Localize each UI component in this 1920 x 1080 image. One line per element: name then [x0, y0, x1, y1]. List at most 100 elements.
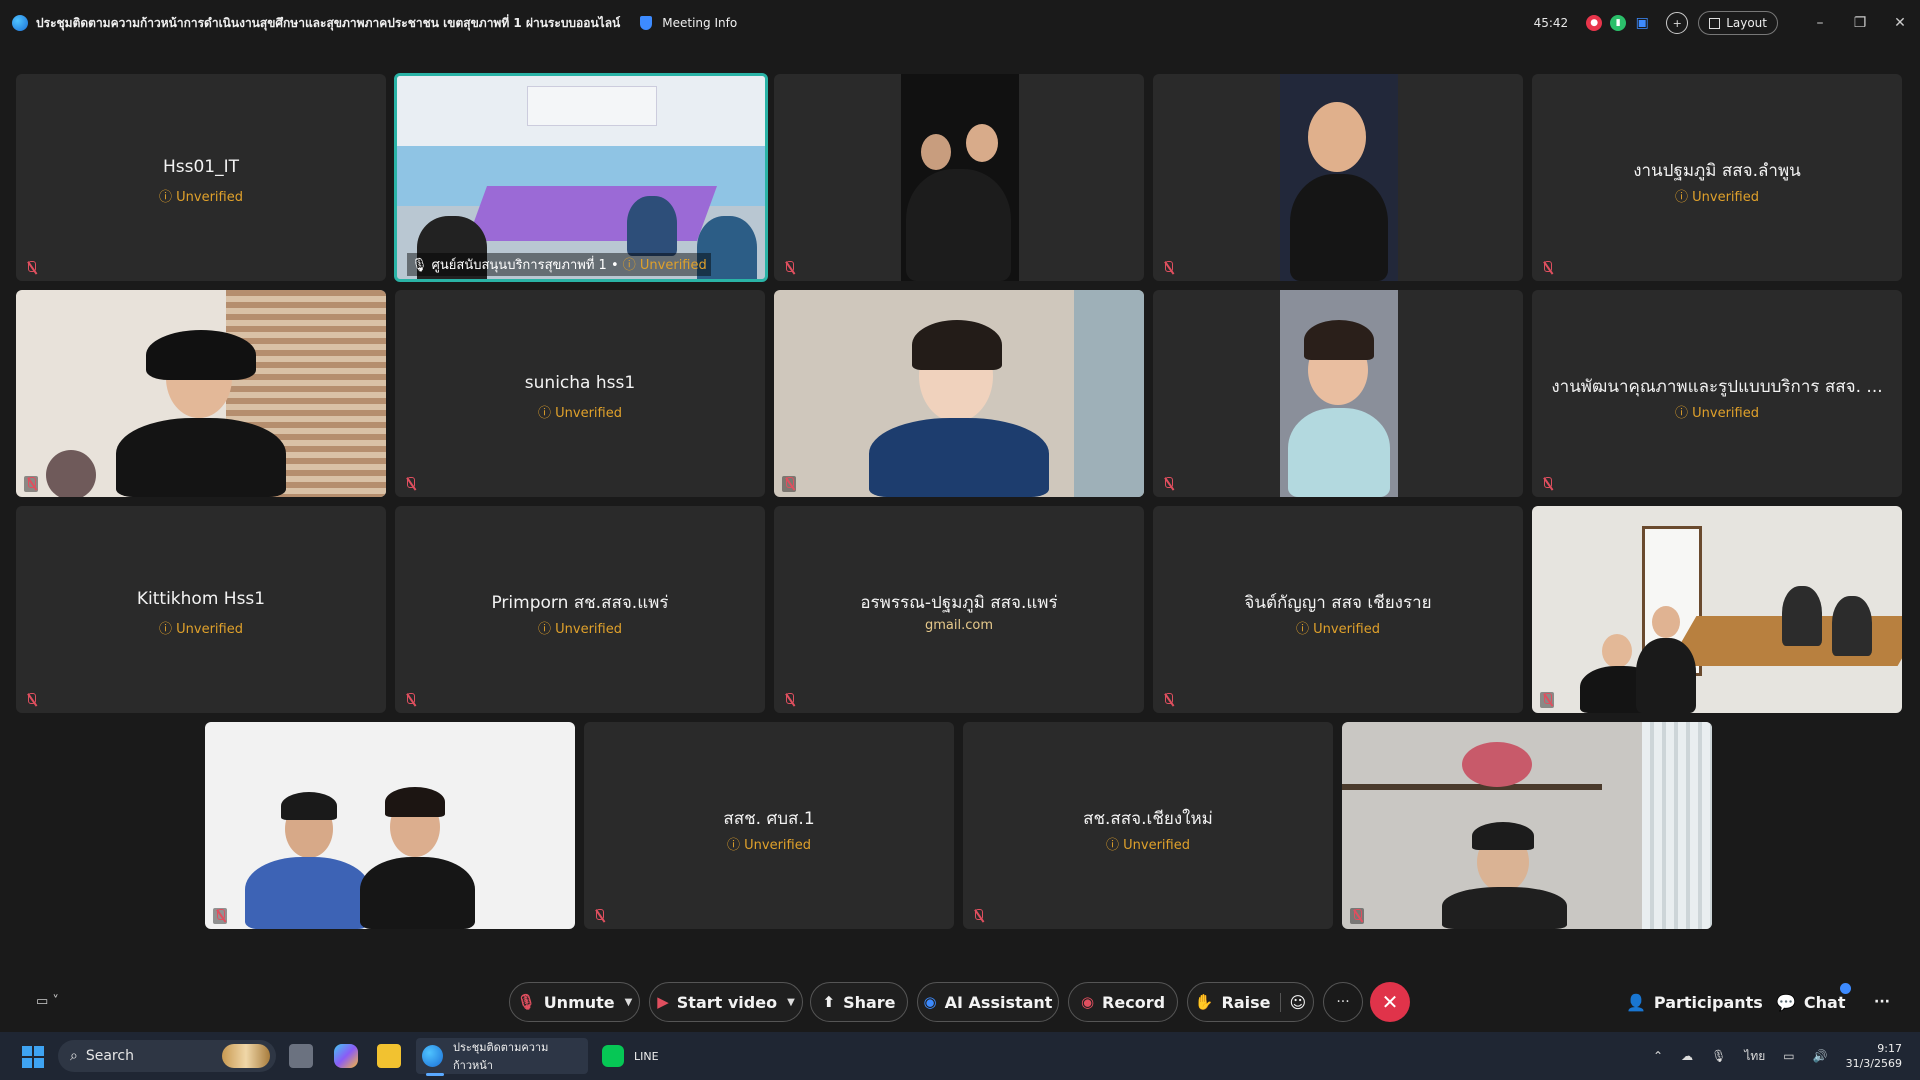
participant-tile[interactable] — [205, 722, 575, 929]
participant-name: สช.สสจ.เชียงใหม่ — [1083, 809, 1213, 829]
record-icon: ◉ — [1080, 993, 1095, 1011]
end-call-icon[interactable]: ✕ — [1370, 982, 1410, 1022]
chevron-down-icon[interactable]: ▼ — [625, 997, 633, 1008]
meeting-info-label: Meeting Info — [662, 16, 738, 30]
participant-tile[interactable]: Primporn สช.สสจ.แพร่ ⓘ Unverified — [395, 506, 765, 713]
ai-assistant-label: AI Assistant — [944, 992, 1053, 1012]
unmute-button[interactable]: 🎙 Unmute ▼ — [509, 982, 640, 1022]
mic-muted-icon — [971, 908, 985, 924]
participant-tile[interactable]: สสช. ศบส.1 ⓘ Unverified — [584, 722, 954, 929]
video-face — [1652, 606, 1680, 638]
participant-tile[interactable]: Hss01_IT ⓘ Unverified — [16, 74, 386, 281]
participant-video — [1280, 74, 1398, 281]
video-face — [46, 450, 96, 497]
taskbar-search[interactable]: ⌕ Search — [58, 1040, 276, 1072]
unverified-badge: ⓘ Unverified — [159, 622, 243, 637]
reactions-icon[interactable]: ☺ — [1280, 992, 1306, 1012]
recording-indicator-icon[interactable]: ● — [1586, 15, 1603, 31]
participant-video — [901, 74, 1019, 281]
participant-tile[interactable]: งานปฐมภูมิ สสจ.ลำพูน ⓘ Unverified — [1532, 74, 1902, 281]
more-menu-icon[interactable]: ··· — [1874, 982, 1890, 1022]
participant-name: Primporn สช.สสจ.แพร่ — [491, 593, 669, 613]
participant-video — [1280, 290, 1398, 497]
video-background — [527, 86, 657, 126]
participant-tile[interactable] — [774, 74, 1144, 281]
participant-tile[interactable] — [1342, 722, 1712, 929]
participant-tile[interactable]: งานพัฒนาคุณภาพและรูปแบบบริการ สสจ. ... ⓘ… — [1532, 290, 1902, 497]
minimize-icon[interactable]: – — [1800, 15, 1840, 31]
video-face — [1308, 102, 1366, 172]
unverified-badge: ⓘ Unverified — [727, 838, 811, 853]
captions-status-icon[interactable]: ▣ — [1634, 15, 1650, 31]
mic-muted-icon — [1540, 476, 1554, 492]
volume-icon[interactable]: 🔊 — [1813, 1049, 1828, 1063]
participant-tile[interactable] — [1153, 290, 1523, 497]
video-shelf — [1342, 784, 1602, 790]
more-options-icon[interactable]: ··· — [1323, 982, 1363, 1022]
share-label: Share — [843, 992, 896, 1012]
video-person — [1288, 408, 1390, 497]
mic-muted-icon — [1540, 692, 1554, 708]
layout-button[interactable]: Layout — [1698, 11, 1778, 35]
unverified-badge: ⓘ Unverified — [1106, 838, 1190, 853]
shield-icon — [640, 16, 653, 30]
participant-tile[interactable] — [16, 290, 386, 497]
webex-icon — [422, 1045, 443, 1067]
video-person — [1442, 887, 1567, 929]
taskbar-clock[interactable]: 9:17 31/3/2569 — [1846, 1041, 1902, 1071]
taskbar-line-app[interactable]: LINE — [596, 1038, 666, 1074]
input-language[interactable]: ไทย — [1744, 1047, 1765, 1066]
video-flowers — [1462, 742, 1532, 787]
chevron-down-icon[interactable]: ▼ — [787, 997, 795, 1008]
participant-tile-active-speaker[interactable]: 🎙 ศูนย์สนับสนุนบริการสุขภาพที่ 1 • ⓘ Unv… — [394, 73, 768, 282]
participant-tile[interactable] — [774, 290, 1144, 497]
share-button[interactable]: ⬆ Share — [810, 982, 908, 1022]
video-person — [627, 196, 677, 256]
task-view-icon[interactable] — [289, 1044, 313, 1068]
participant-tile[interactable] — [1153, 74, 1523, 281]
search-icon: ⌕ — [70, 1048, 78, 1064]
line-app-label: LINE — [634, 1049, 659, 1063]
participant-tile[interactable]: สช.สสจ.เชียงใหม่ ⓘ Unverified — [963, 722, 1333, 929]
participant-name: งานพัฒนาคุณภาพและรูปแบบบริการ สสจ. ... — [1551, 377, 1883, 397]
participant-name: Kittikhom Hss1 — [136, 589, 266, 609]
taskbar-webex-app[interactable]: ประชุมติดตามความก้าวหน้า — [416, 1038, 588, 1076]
file-explorer-icon[interactable] — [377, 1044, 401, 1068]
participant-tile[interactable]: จินต์กัญญา สสจ เชียงราย ⓘ Unverified — [1153, 506, 1523, 713]
start-video-button[interactable]: ▶ Start video ▼ — [649, 982, 803, 1022]
mic-muted-icon — [1540, 260, 1554, 276]
microphone-icon[interactable]: 🎙 — [1711, 1049, 1726, 1063]
participant-tile[interactable] — [1532, 506, 1902, 713]
participant-caption: 🎙 ศูนย์สนับสนุนบริการสุขภาพที่ 1 • ⓘ Unv… — [407, 253, 711, 276]
windows-taskbar: ⌕ Search ประชุมติดตามความก้าวหน้า LINE ⌃… — [0, 1032, 1920, 1080]
show-hidden-icons-icon[interactable]: ⌃ — [1653, 1049, 1663, 1063]
unverified-badge: ⓘ Unverified — [1296, 622, 1380, 637]
windows-start-icon[interactable] — [22, 1046, 44, 1068]
ai-assistant-button[interactable]: ◉ AI Assistant — [917, 982, 1059, 1022]
restore-icon[interactable]: ❐ — [1840, 15, 1880, 31]
mic-muted-icon — [782, 476, 796, 492]
participant-tile[interactable]: อรพรรณ-ปฐมภูมิ สสจ.แพร่ gmail.com — [774, 506, 1144, 713]
close-icon[interactable]: ✕ — [1880, 15, 1920, 31]
network-icon[interactable]: ▭ — [1783, 1049, 1794, 1063]
share-icon: ⬆ — [822, 993, 836, 1011]
participant-name: Hss01_IT — [162, 157, 240, 177]
network-signal-icon[interactable]: ▮ — [1610, 15, 1627, 31]
unverified-badge: ⓘ Unverified — [1675, 406, 1759, 421]
mic-muted-icon — [24, 476, 38, 492]
copilot-icon[interactable] — [334, 1044, 358, 1068]
chat-button[interactable]: 💬 Chat — [1776, 982, 1846, 1022]
meeting-info-button[interactable]: Meeting Info — [640, 16, 737, 30]
participant-tile[interactable]: Kittikhom Hss1 ⓘ Unverified — [16, 506, 386, 713]
start-video-label: Start video — [676, 992, 778, 1012]
zoom-icon[interactable]: + — [1666, 12, 1689, 34]
meeting-title: ประชุมติดตามความก้าวหน้าการดำเนินงานสุขศ… — [36, 15, 621, 30]
record-button[interactable]: ◉ Record — [1068, 982, 1178, 1022]
video-person — [1636, 638, 1696, 713]
participant-tile[interactable]: sunicha hss1 ⓘ Unverified — [395, 290, 765, 497]
onedrive-icon[interactable]: ☁ — [1681, 1049, 1693, 1063]
raise-hand-button[interactable]: ✋ Raise ☺ — [1187, 982, 1314, 1022]
meeting-toolbar: ▭ ˅ 🎙 Unmute ▼ ▶ Start video ▼ ⬆ Share ◉… — [0, 975, 1920, 1030]
captions-menu-icon[interactable]: ▭ ˅ — [36, 994, 59, 1009]
participants-button[interactable]: 👤 Participants — [1626, 982, 1763, 1022]
